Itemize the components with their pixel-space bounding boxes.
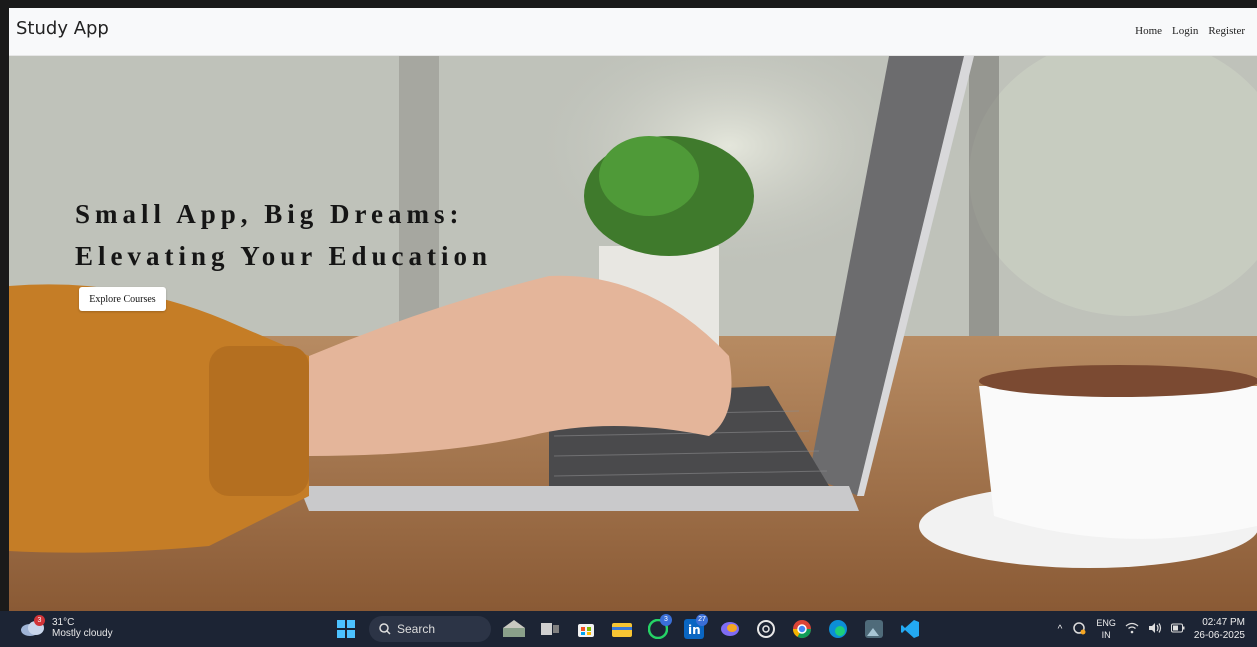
lang-line-2: IN xyxy=(1101,630,1111,640)
nav-links: Home Login Register xyxy=(1135,25,1245,37)
clock-time: 02:47 PM xyxy=(1202,617,1245,628)
search-label: Search xyxy=(397,622,436,636)
weather-widget[interactable]: 3 31°C Mostly cloudy xyxy=(20,615,113,639)
screen: Study App Home Login Register Small App,… xyxy=(0,0,1257,647)
cloud-icon: 3 xyxy=(20,615,46,638)
language-indicator[interactable]: ENG IN xyxy=(1096,617,1116,641)
lang-line-1: ENG xyxy=(1096,618,1116,628)
vscode-icon[interactable] xyxy=(897,616,923,642)
hero-title-line-2: Elevating Your Education xyxy=(75,241,493,271)
photos-icon[interactable] xyxy=(861,616,887,642)
nav-link-register[interactable]: Register xyxy=(1208,25,1245,37)
whatsapp-icon[interactable]: 3 xyxy=(645,614,672,642)
search-icon xyxy=(379,623,391,635)
taskbar-search[interactable]: Search xyxy=(369,616,491,642)
store-icon[interactable] xyxy=(573,616,599,642)
taskbar-apps: Search 3 in 27 xyxy=(333,614,923,642)
volume-icon[interactable] xyxy=(1148,622,1162,637)
hero-background-image xyxy=(9,56,1257,611)
weather-badge: 3 xyxy=(34,615,45,626)
navbar: Study App Home Login Register xyxy=(9,8,1257,56)
explore-courses-button[interactable]: Explore Courses xyxy=(79,287,166,311)
wifi-icon[interactable] xyxy=(1125,622,1139,637)
hero-title-line-1: Small App, Big Dreams: xyxy=(75,199,464,229)
edge-icon[interactable] xyxy=(825,616,851,642)
whatsapp-badge: 3 xyxy=(660,614,672,626)
file-explorer-icon[interactable] xyxy=(609,616,635,642)
chrome-icon[interactable] xyxy=(789,616,815,642)
weather-desc: Mostly cloudy xyxy=(52,628,113,639)
sync-icon[interactable] xyxy=(1071,621,1087,638)
battery-icon[interactable] xyxy=(1170,623,1185,636)
nav-link-home[interactable]: Home xyxy=(1135,25,1162,37)
windows-taskbar: 3 31°C Mostly cloudy Search 3 in 27 ^ EN… xyxy=(0,611,1257,647)
nav-link-login[interactable]: Login xyxy=(1172,25,1198,37)
linkedin-badge: 27 xyxy=(696,614,708,626)
chevron-up-icon[interactable]: ^ xyxy=(1058,624,1063,635)
hero-section: Small App, Big Dreams: Elevating Your Ed… xyxy=(9,56,1257,611)
system-tray: ^ ENG IN 02:47 PM 26-06-2025 xyxy=(1058,616,1245,642)
brand-logo[interactable]: Study App xyxy=(16,18,109,39)
temple-image-icon[interactable] xyxy=(501,616,527,642)
chatgpt-icon[interactable] xyxy=(753,616,779,642)
weather-temp: 31°C xyxy=(52,617,75,628)
copilot-icon[interactable] xyxy=(717,616,743,642)
windows-start-icon[interactable] xyxy=(333,616,359,642)
browser-viewport: Study App Home Login Register Small App,… xyxy=(9,8,1257,611)
clock-date: 26-06-2025 xyxy=(1193,630,1245,641)
task-view-icon[interactable] xyxy=(537,616,563,642)
clock[interactable]: 02:47 PM 26-06-2025 xyxy=(1194,616,1245,642)
hero-title: Small App, Big Dreams: Elevating Your Ed… xyxy=(75,193,492,277)
linkedin-icon[interactable]: in 27 xyxy=(681,614,708,642)
